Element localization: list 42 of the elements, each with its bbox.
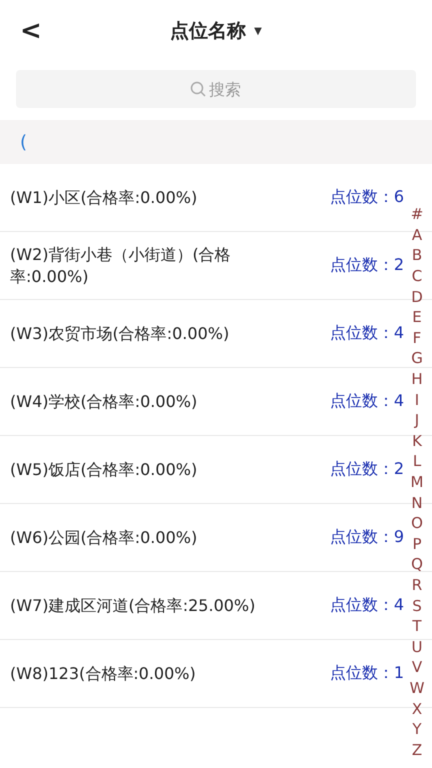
point-count: 点位数：9 xyxy=(330,527,404,548)
back-button[interactable]: < xyxy=(14,16,48,46)
index-letter[interactable]: F xyxy=(412,328,422,348)
point-name: (W2)背街小巷（小街道）(合格率:0.00%) xyxy=(10,244,232,288)
index-letter[interactable]: C xyxy=(412,266,422,286)
point-name: (W7)建成区河道(合格率:25.00%) xyxy=(10,594,256,616)
index-letter[interactable]: J xyxy=(414,410,420,431)
point-count: 点位数：2 xyxy=(330,459,404,480)
index-letter[interactable]: P xyxy=(412,534,422,554)
index-letter[interactable]: R xyxy=(412,574,422,596)
index-letter[interactable]: T xyxy=(412,616,422,636)
index-letter[interactable]: V xyxy=(412,657,422,678)
title-dropdown[interactable]: 点位名称 ▼ xyxy=(170,18,262,44)
point-count: 点位数：4 xyxy=(330,323,404,344)
index-letter[interactable]: S xyxy=(412,595,422,616)
index-letter[interactable]: E xyxy=(412,306,422,328)
section-title: ( xyxy=(20,132,28,152)
index-letter[interactable]: Q xyxy=(411,554,423,575)
index-letter[interactable]: O xyxy=(411,512,423,534)
index-letter[interactable]: L xyxy=(412,451,422,472)
point-count: 点位数：2 xyxy=(330,255,404,276)
point-name: (W8)123(合格率:0.00%) xyxy=(10,662,196,684)
index-letter[interactable]: B xyxy=(412,245,422,266)
point-count: 点位数：4 xyxy=(330,595,404,616)
point-name: (W3)农贸市场(合格率:0.00%) xyxy=(10,322,230,344)
search-field[interactable]: 搜索 xyxy=(16,70,416,108)
point-count: 点位数：6 xyxy=(330,187,404,208)
index-letter[interactable]: Y xyxy=(412,718,422,740)
point-name: (W5)饭店(合格率:0.00%) xyxy=(10,458,198,480)
index-letter[interactable]: H xyxy=(411,368,423,390)
point-count: 点位数：1 xyxy=(330,663,404,684)
index-letter[interactable]: W xyxy=(410,678,424,698)
index-letter[interactable]: G xyxy=(411,348,423,369)
point-name: (W6)公园(合格率:0.00%) xyxy=(10,526,198,548)
index-letter[interactable]: # xyxy=(410,204,424,225)
point-count: 点位数：4 xyxy=(330,391,404,412)
index-letter[interactable]: M xyxy=(410,472,424,492)
index-letter[interactable]: Z xyxy=(412,739,422,760)
point-name: (W4)学校(合格率:0.00%) xyxy=(10,390,198,412)
search-icon xyxy=(190,81,206,97)
index-letter[interactable]: I xyxy=(414,389,420,410)
point-name: (W1)小区(合格率:0.00%) xyxy=(10,186,198,208)
